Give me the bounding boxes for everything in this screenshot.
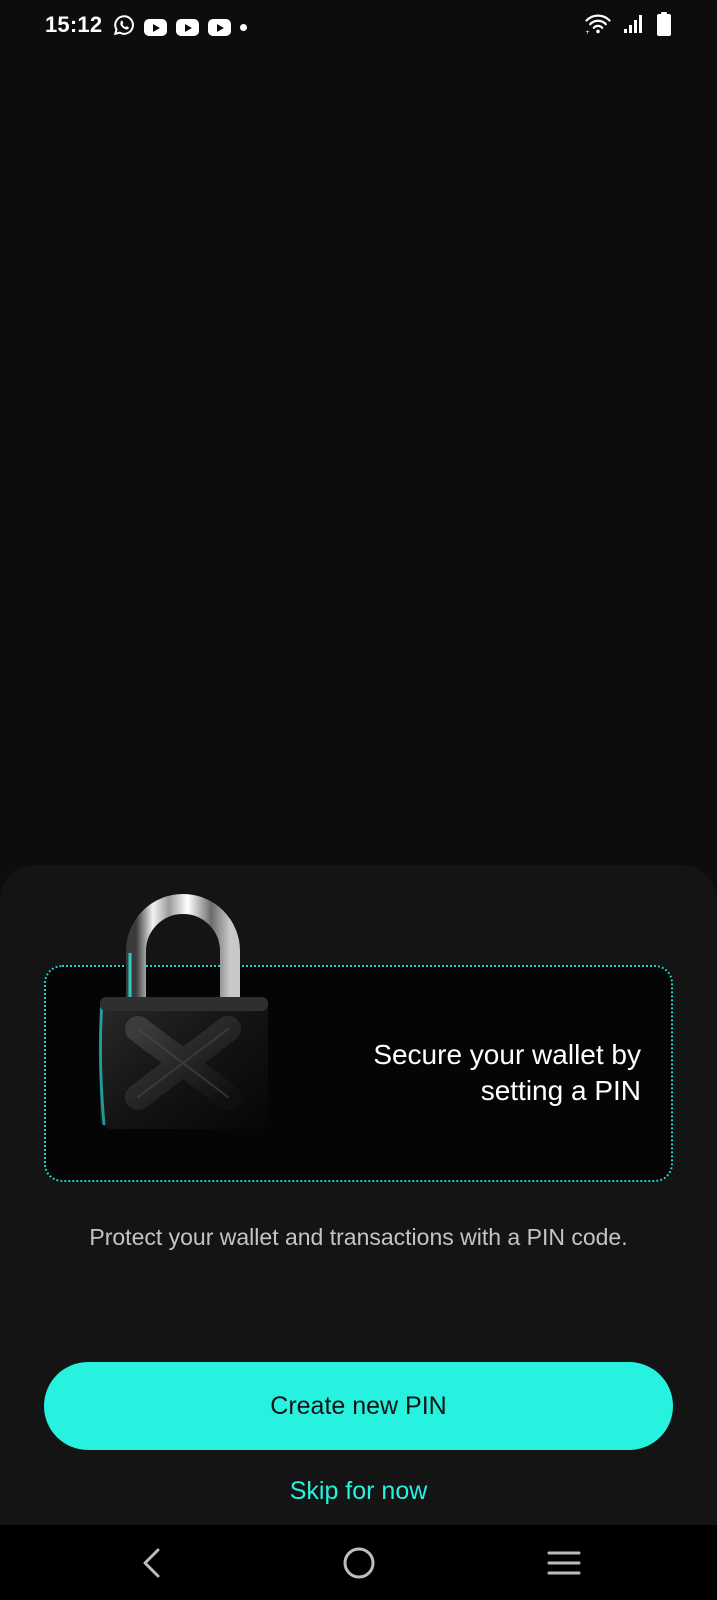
notification-icons: [113, 14, 247, 41]
svg-text:+: +: [585, 29, 590, 34]
back-icon[interactable]: [130, 1543, 174, 1583]
youtube-icon: [144, 19, 167, 36]
more-notifications-dot-icon: [240, 24, 247, 31]
status-bar: 15:12 +: [0, 0, 717, 52]
navigation-bar: [0, 1525, 717, 1600]
youtube-icon: [208, 19, 231, 36]
youtube-icon: [176, 19, 199, 36]
whatsapp-icon: [113, 14, 135, 41]
create-new-pin-button[interactable]: Create new PIN: [44, 1362, 673, 1450]
skip-for-now-link[interactable]: Skip for now: [0, 1477, 717, 1506]
recent-apps-icon[interactable]: [542, 1543, 586, 1583]
card-title: Secure your wallet by setting a PIN: [373, 1039, 641, 1106]
wifi-icon: +: [585, 14, 611, 39]
system-icons: +: [585, 12, 671, 41]
padlock-icon: [98, 894, 268, 1129]
signal-icon: [623, 14, 645, 39]
home-icon[interactable]: [337, 1543, 381, 1583]
status-time: 15:12: [45, 12, 103, 37]
battery-icon: [657, 12, 671, 41]
pin-description: Protect your wallet and transactions wit…: [89, 1224, 628, 1250]
pin-setup-sheet: Secure your wallet by setting a PIN Prot…: [0, 865, 717, 1525]
